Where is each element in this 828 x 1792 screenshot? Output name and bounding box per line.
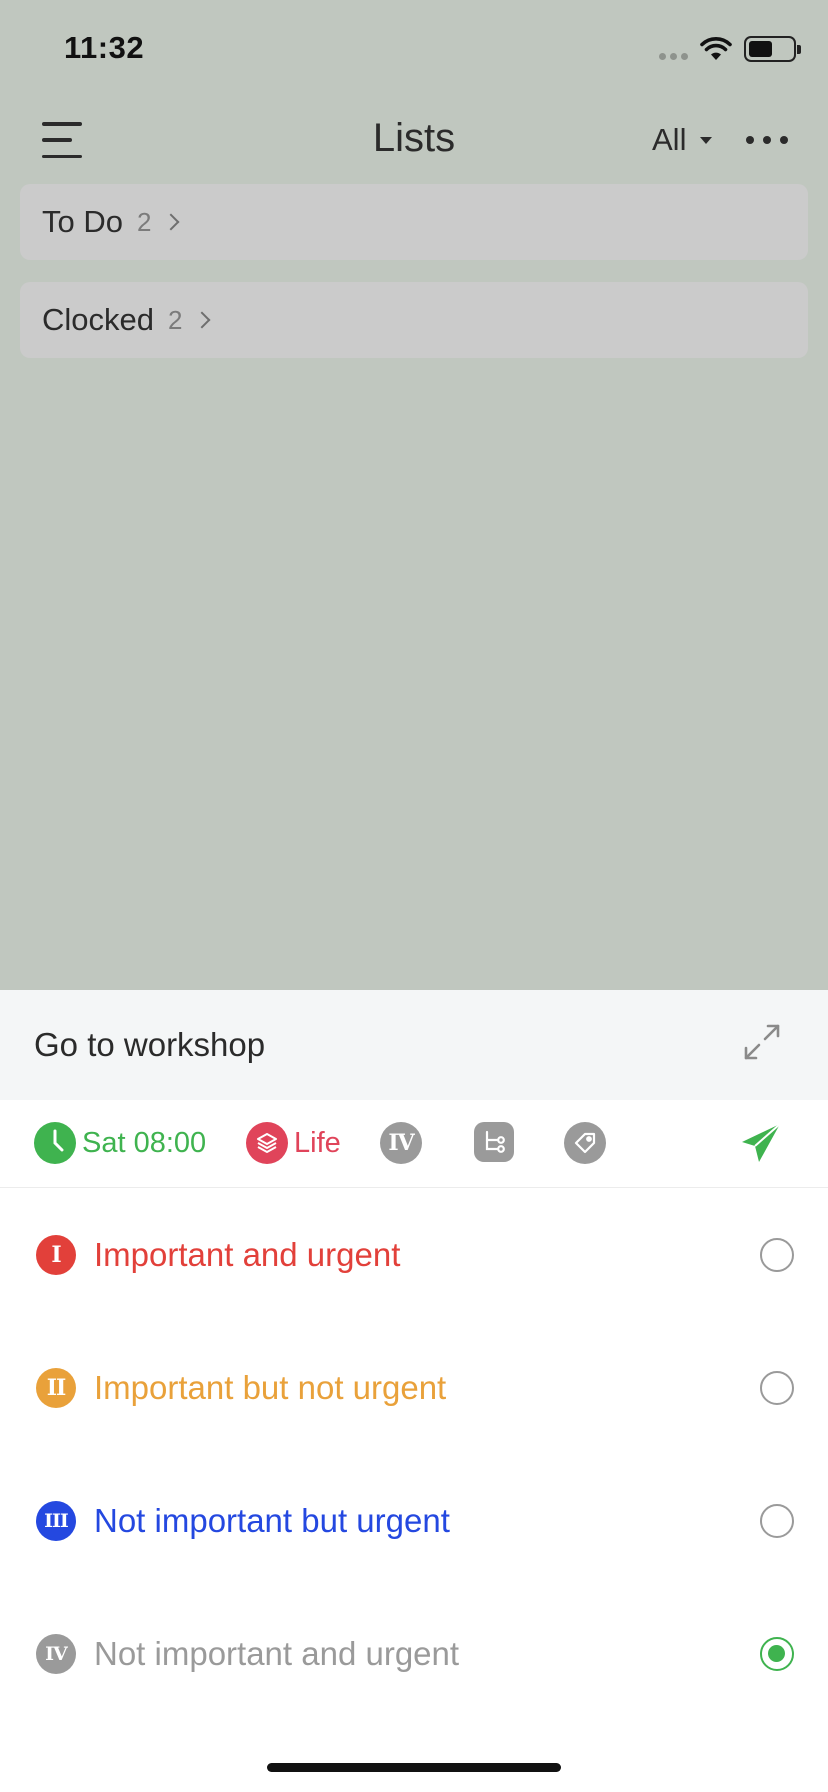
list-count: 2	[168, 304, 183, 335]
more-dot-icon	[746, 136, 754, 144]
list-label: Life	[294, 1126, 341, 1159]
filter-label: All	[652, 122, 687, 157]
priority-label: Important but not urgent	[94, 1368, 447, 1406]
subtask-button[interactable]	[474, 1122, 514, 1162]
radio-button[interactable]	[760, 1503, 794, 1538]
priority-option-3[interactable]: III Not important but urgent	[0, 1454, 828, 1587]
radio-button-selected[interactable]	[760, 1636, 794, 1671]
schedule-label: Sat 08:00	[82, 1126, 207, 1159]
filter-dropdown[interactable]: All	[652, 122, 713, 158]
priority-iv-icon: IV	[36, 1633, 76, 1674]
sheet-header: Go to workshop	[0, 990, 828, 1100]
priority-iv-icon: IV	[380, 1122, 422, 1164]
priority-option-4[interactable]: IV Not important and urgent	[0, 1587, 828, 1720]
send-button[interactable]	[738, 1120, 784, 1166]
battery-icon	[744, 36, 801, 62]
tag-button[interactable]	[564, 1122, 606, 1164]
list-item-clocked[interactable]: Clocked 2	[20, 282, 808, 358]
home-indicator[interactable]	[267, 1763, 561, 1772]
task-title-input[interactable]: Go to workshop	[34, 1026, 265, 1064]
tag-icon	[564, 1122, 606, 1164]
clock-icon	[34, 1122, 76, 1164]
more-dot-icon	[780, 136, 788, 144]
priority-marker: IV	[388, 1130, 414, 1156]
more-button[interactable]	[746, 136, 788, 144]
wifi-icon	[700, 37, 732, 60]
chevron-right-icon	[193, 311, 211, 329]
schedule-button[interactable]: Sat 08:00	[34, 1122, 206, 1164]
list-name: To Do	[42, 204, 123, 239]
priority-option-1[interactable]: I Important and urgent	[0, 1188, 828, 1321]
task-edit-sheet: Go to workshop Sat 08:00 Life IV I Impor…	[0, 990, 828, 1792]
task-toolbar: Sat 08:00 Life IV	[0, 1100, 828, 1188]
priority-roman: I	[51, 1241, 61, 1268]
priority-label: Not important but urgent	[94, 1501, 450, 1539]
paper-plane-icon	[742, 1123, 781, 1162]
layers-icon	[246, 1122, 288, 1164]
priority-roman: IV	[45, 1642, 68, 1665]
list-button[interactable]: Life	[246, 1122, 341, 1164]
expand-icon[interactable]	[742, 1022, 782, 1062]
battery-level	[749, 41, 773, 57]
nav-bar: Lists All	[0, 96, 828, 184]
radio-button[interactable]	[760, 1237, 794, 1272]
priority-i-icon: I	[36, 1234, 76, 1275]
priority-option-2[interactable]: II Important but not urgent	[0, 1321, 828, 1454]
radio-button[interactable]	[760, 1370, 794, 1405]
more-dot-icon	[763, 136, 771, 144]
status-icons	[659, 34, 801, 64]
list-name: Clocked	[42, 302, 154, 337]
priority-label: Important and urgent	[94, 1235, 401, 1273]
signal-icon	[659, 52, 688, 60]
status-bar: 11:32	[0, 0, 828, 96]
subtask-icon	[474, 1122, 514, 1162]
list-count: 2	[136, 206, 152, 237]
priority-roman: III	[44, 1509, 69, 1532]
caret-down-icon	[700, 136, 713, 144]
priority-button[interactable]: IV	[380, 1122, 422, 1164]
priority-label: Not important and urgent	[94, 1634, 460, 1672]
status-time: 11:32	[64, 30, 145, 65]
priority-iii-icon: III	[36, 1500, 76, 1541]
priority-ii-icon: II	[36, 1367, 76, 1408]
priority-roman: II	[46, 1374, 67, 1401]
chevron-right-icon	[162, 213, 180, 231]
list-item-todo[interactable]: To Do 2	[20, 184, 808, 260]
